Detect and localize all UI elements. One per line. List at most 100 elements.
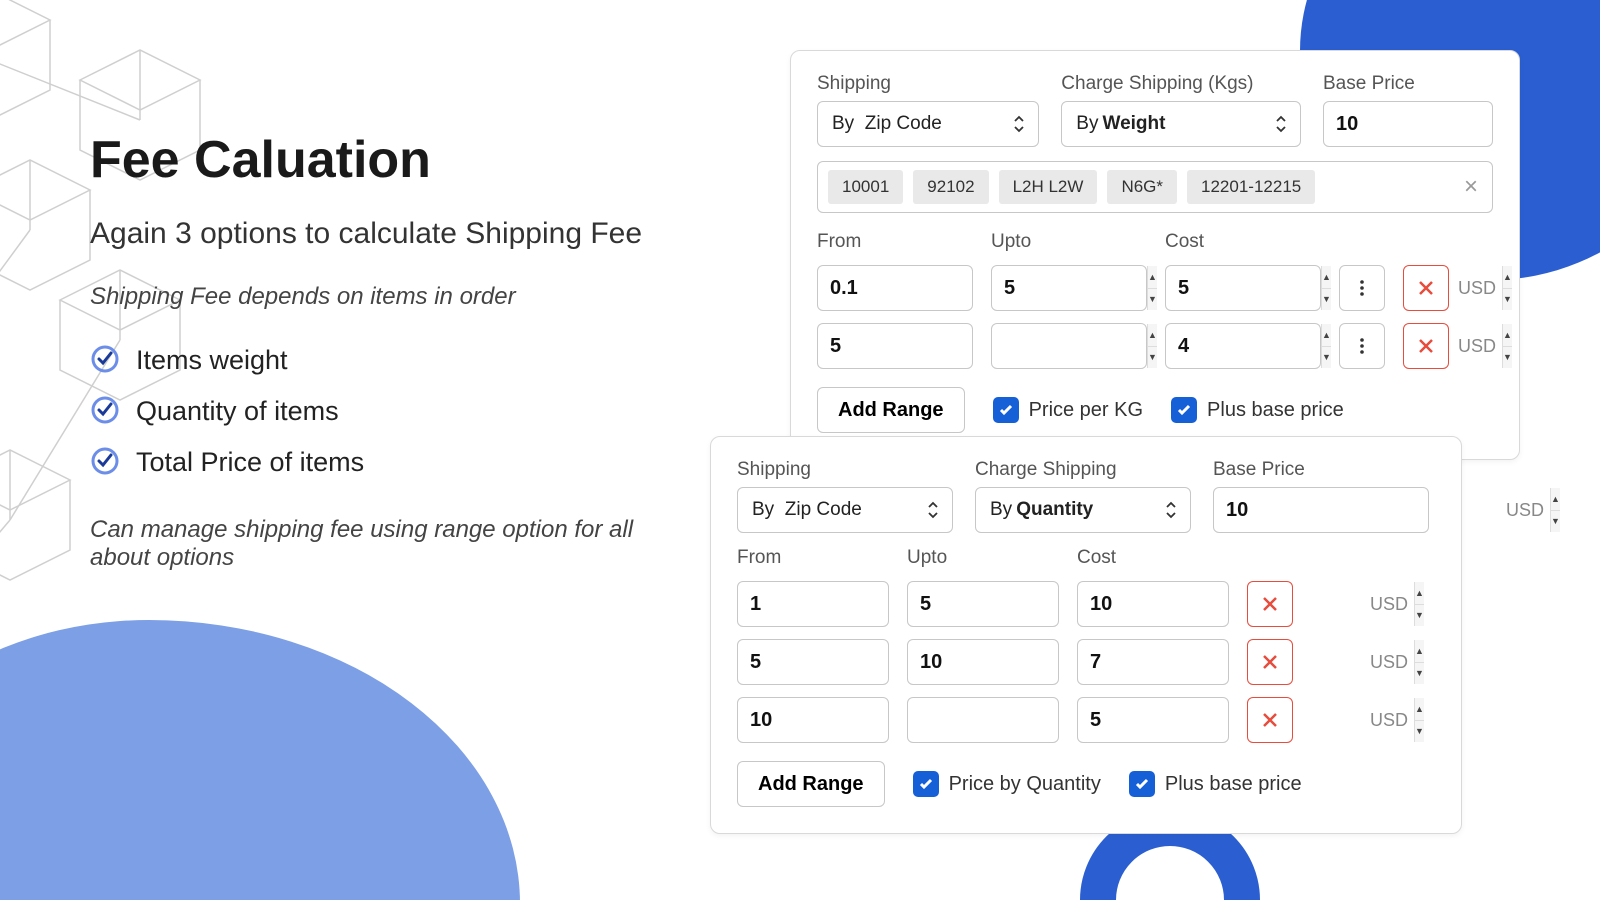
- upto-input[interactable]: ▲▼: [907, 581, 1059, 627]
- cost-value[interactable]: [1078, 582, 1370, 626]
- chip[interactable]: 10001: [828, 170, 903, 204]
- spinner[interactable]: ▲▼: [1414, 582, 1424, 626]
- cost-input[interactable]: USD▲▼: [1165, 265, 1321, 311]
- upto-input[interactable]: ▲▼: [907, 697, 1059, 743]
- checkbox-label: Plus base price: [1207, 399, 1344, 422]
- range-grid: From Upto Cost Kgs▲▼ Kgs▲▼ USD▲▼ Kgs▲▼ K…: [817, 231, 1493, 369]
- base-price-label: Base Price: [1323, 73, 1493, 95]
- chip[interactable]: N6G*: [1107, 170, 1177, 204]
- from-input[interactable]: ▲▼: [737, 697, 889, 743]
- spinner-up-icon[interactable]: ▲: [1503, 266, 1512, 289]
- spinner-up-icon[interactable]: ▲: [1415, 582, 1424, 605]
- charge-select[interactable]: ByQuantity: [975, 487, 1191, 533]
- upto-input[interactable]: Kgs▲▼: [991, 265, 1147, 311]
- charge-label: Charge Shipping (Kgs): [1061, 73, 1301, 95]
- checkbox-label: Price per KG: [1029, 399, 1143, 422]
- upto-label: Upto: [991, 231, 1147, 253]
- spinner[interactable]: ▲▼: [1550, 488, 1560, 532]
- upto-input[interactable]: Kgs▲▼: [991, 323, 1147, 369]
- plus-base-price-checkbox[interactable]: Plus base price: [1171, 397, 1344, 423]
- spinner-down-icon[interactable]: ▼: [1415, 605, 1424, 627]
- cost-input[interactable]: USD▲▼: [1077, 639, 1229, 685]
- cost-value[interactable]: [1078, 698, 1370, 742]
- cost-value[interactable]: [1078, 640, 1370, 684]
- spinner-down-icon[interactable]: ▼: [1415, 663, 1424, 685]
- base-price-label: Base Price: [1213, 459, 1429, 481]
- base-price-input[interactable]: USD ▲▼: [1323, 101, 1493, 147]
- clear-chips-icon[interactable]: ×: [1464, 173, 1478, 201]
- currency-unit: USD: [1458, 278, 1502, 299]
- updown-icon: [1274, 114, 1288, 134]
- cost-label: Cost: [1165, 231, 1321, 253]
- spinner[interactable]: ▲▼: [1502, 324, 1512, 368]
- base-price-value[interactable]: [1324, 102, 1600, 146]
- spinner-down-icon[interactable]: ▼: [1503, 347, 1512, 369]
- select-value: Zip Code: [865, 113, 942, 135]
- currency-unit: USD: [1506, 500, 1550, 521]
- spinner-up-icon[interactable]: ▲: [1551, 488, 1560, 511]
- base-price-value[interactable]: [1214, 488, 1506, 532]
- cost-input[interactable]: USD▲▼: [1165, 323, 1321, 369]
- checkbox-checked-icon: [1129, 771, 1155, 797]
- price-by-quantity-checkbox[interactable]: Price by Quantity: [913, 771, 1101, 797]
- checkbox-checked-icon: [1171, 397, 1197, 423]
- select-prefix: By: [1076, 113, 1098, 135]
- spinner-up-icon[interactable]: ▲: [1415, 640, 1424, 663]
- select-value: Zip Code: [785, 499, 862, 521]
- spinner-down-icon[interactable]: ▼: [1503, 289, 1512, 311]
- range-row: ▲▼ ▲▼ USD▲▼: [737, 581, 1435, 627]
- cost-input[interactable]: USD▲▼: [1077, 581, 1229, 627]
- checkbox-label: Plus base price: [1165, 773, 1302, 796]
- from-input[interactable]: Kgs▲▼: [817, 323, 973, 369]
- currency-unit: USD: [1370, 594, 1414, 615]
- cost-label: Cost: [1077, 547, 1229, 569]
- currency-unit: USD: [1458, 336, 1502, 357]
- chip[interactable]: 92102: [913, 170, 988, 204]
- from-input[interactable]: ▲▼: [737, 639, 889, 685]
- cost-value[interactable]: [1166, 266, 1458, 310]
- spinner-down-icon[interactable]: ▼: [1415, 721, 1424, 743]
- add-range-button[interactable]: Add Range: [737, 761, 885, 807]
- range-grid: From Upto Cost ▲▼ ▲▼ USD▲▼ ▲▼ ▲▼ USD▲▼ ▲…: [737, 547, 1435, 743]
- feature-label: Quantity of items: [136, 396, 339, 426]
- shipping-label: Shipping: [737, 459, 953, 481]
- plus-base-price-checkbox[interactable]: Plus base price: [1129, 771, 1302, 797]
- select-value: Quantity: [1016, 499, 1093, 521]
- feature-list: Items weight Quantity of items Total Pri…: [90, 335, 650, 488]
- shipping-by-quantity-card: Shipping By Zip Code Charge Shipping ByQ…: [710, 436, 1462, 834]
- shipping-label: Shipping: [817, 73, 1039, 95]
- add-range-button[interactable]: Add Range: [817, 387, 965, 433]
- info-panel: Fee Caluation Again 3 options to calcula…: [90, 130, 650, 596]
- spinner[interactable]: ▲▼: [1414, 698, 1424, 742]
- updown-icon: [1164, 500, 1178, 520]
- intro-text: Shipping Fee depends on items in order: [90, 283, 650, 311]
- charge-select[interactable]: ByWeight: [1061, 101, 1301, 147]
- from-label: From: [737, 547, 889, 569]
- chip[interactable]: L2H L2W: [999, 170, 1098, 204]
- select-prefix: By: [752, 499, 774, 521]
- feature-item: Items weight: [90, 335, 650, 386]
- spinner[interactable]: ▲▼: [1414, 640, 1424, 684]
- currency-unit: USD: [1370, 710, 1414, 731]
- from-input[interactable]: Kgs▲▼: [817, 265, 973, 311]
- cost-input[interactable]: USD▲▼: [1077, 697, 1229, 743]
- select-prefix: By: [832, 113, 854, 135]
- spinner-up-icon[interactable]: ▲: [1415, 698, 1424, 721]
- zip-code-chips[interactable]: 10001 92102 L2H L2W N6G* 12201-12215 ×: [817, 161, 1493, 213]
- price-per-kg-checkbox[interactable]: Price per KG: [993, 397, 1143, 423]
- shipping-select[interactable]: By Zip Code: [737, 487, 953, 533]
- range-row: Kgs▲▼ Kgs▲▼ USD▲▼: [817, 265, 1493, 311]
- cost-value[interactable]: [1166, 324, 1458, 368]
- spinner-up-icon[interactable]: ▲: [1503, 324, 1512, 347]
- charge-label: Charge Shipping: [975, 459, 1191, 481]
- chip[interactable]: 12201-12215: [1187, 170, 1315, 204]
- from-input[interactable]: ▲▼: [737, 581, 889, 627]
- outro-text: Can manage shipping fee using range opti…: [90, 516, 650, 572]
- spinner[interactable]: ▲▼: [1502, 266, 1512, 310]
- base-price-input[interactable]: USD ▲▼: [1213, 487, 1429, 533]
- shipping-select[interactable]: By Zip Code: [817, 101, 1039, 147]
- upto-input[interactable]: ▲▼: [907, 639, 1059, 685]
- range-row: ▲▼ ▲▼ USD▲▼: [737, 697, 1435, 743]
- shipping-by-weight-card: Shipping By Zip Code Charge Shipping (Kg…: [790, 50, 1520, 460]
- spinner-down-icon[interactable]: ▼: [1551, 511, 1560, 533]
